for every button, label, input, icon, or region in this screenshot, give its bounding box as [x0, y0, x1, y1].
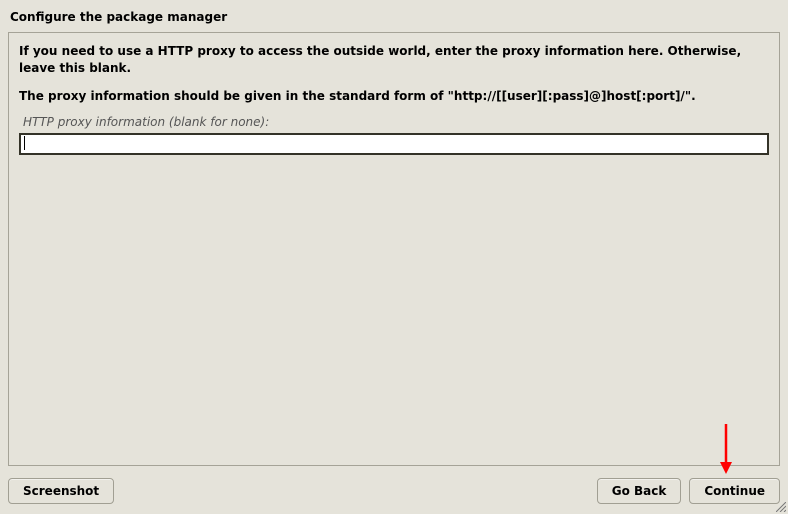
- proxy-input[interactable]: [19, 133, 769, 155]
- main-panel: If you need to use a HTTP proxy to acces…: [8, 32, 780, 466]
- screenshot-button[interactable]: Screenshot: [8, 478, 114, 504]
- instruction-text-2: The proxy information should be given in…: [19, 88, 769, 105]
- page-title: Configure the package manager: [0, 0, 788, 30]
- instruction-text-1: If you need to use a HTTP proxy to acces…: [19, 43, 769, 78]
- go-back-button[interactable]: Go Back: [597, 478, 682, 504]
- text-cursor: [24, 136, 25, 150]
- proxy-field-label: HTTP proxy information (blank for none):: [19, 115, 769, 133]
- continue-button[interactable]: Continue: [689, 478, 780, 504]
- button-bar: Screenshot Go Back Continue: [8, 478, 780, 504]
